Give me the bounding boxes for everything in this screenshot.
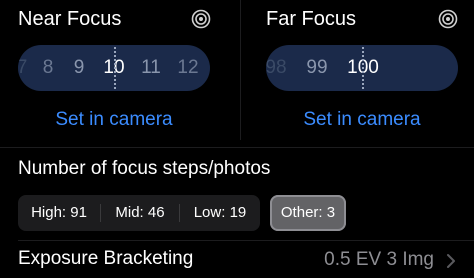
- exposure-bracketing-value: 0.5 EV 3 Img: [324, 249, 434, 270]
- far-focus-picker[interactable]: 98 99 100: [266, 45, 458, 91]
- exposure-bracketing-row[interactable]: Exposure Bracketing 0.5 EV 3 Img: [0, 241, 474, 278]
- far-set-in-camera-button[interactable]: Set in camera: [303, 109, 420, 131]
- near-focus-picker[interactable]: 7 8 9 10 11 12: [18, 45, 210, 91]
- exposure-bracketing-label: Exposure Bracketing: [18, 248, 194, 269]
- picker-tick: 99: [306, 57, 328, 78]
- picker-tick: 8: [42, 57, 54, 78]
- target-icon[interactable]: [191, 9, 211, 29]
- picker-center-mark: [114, 47, 116, 89]
- panel-divider: [240, 0, 241, 140]
- picker-tick: 9: [73, 57, 85, 78]
- picker-center-mark: [362, 47, 364, 89]
- near-focus-label: Near Focus: [18, 8, 122, 30]
- chevron-right-icon: [447, 254, 455, 268]
- segment-low[interactable]: Low: 19: [180, 195, 260, 231]
- focus-steps-segmented-control: High: 91 Mid: 46 Low: 19: [18, 195, 260, 231]
- focus-steps-label: Number of focus steps/photos: [18, 158, 271, 179]
- picker-tick: 98: [266, 57, 287, 78]
- picker-tick: 12: [177, 57, 199, 78]
- target-icon[interactable]: [438, 9, 458, 29]
- picker-tick: 7: [18, 57, 28, 78]
- segment-mid[interactable]: Mid: 46: [101, 195, 179, 231]
- segment-high[interactable]: High: 91: [18, 195, 100, 231]
- segment-other-selected[interactable]: Other: 3: [270, 195, 346, 231]
- near-set-in-camera-button[interactable]: Set in camera: [55, 109, 172, 131]
- picker-tick: 11: [141, 57, 161, 78]
- section-divider: [0, 147, 474, 148]
- far-focus-label: Far Focus: [266, 8, 357, 30]
